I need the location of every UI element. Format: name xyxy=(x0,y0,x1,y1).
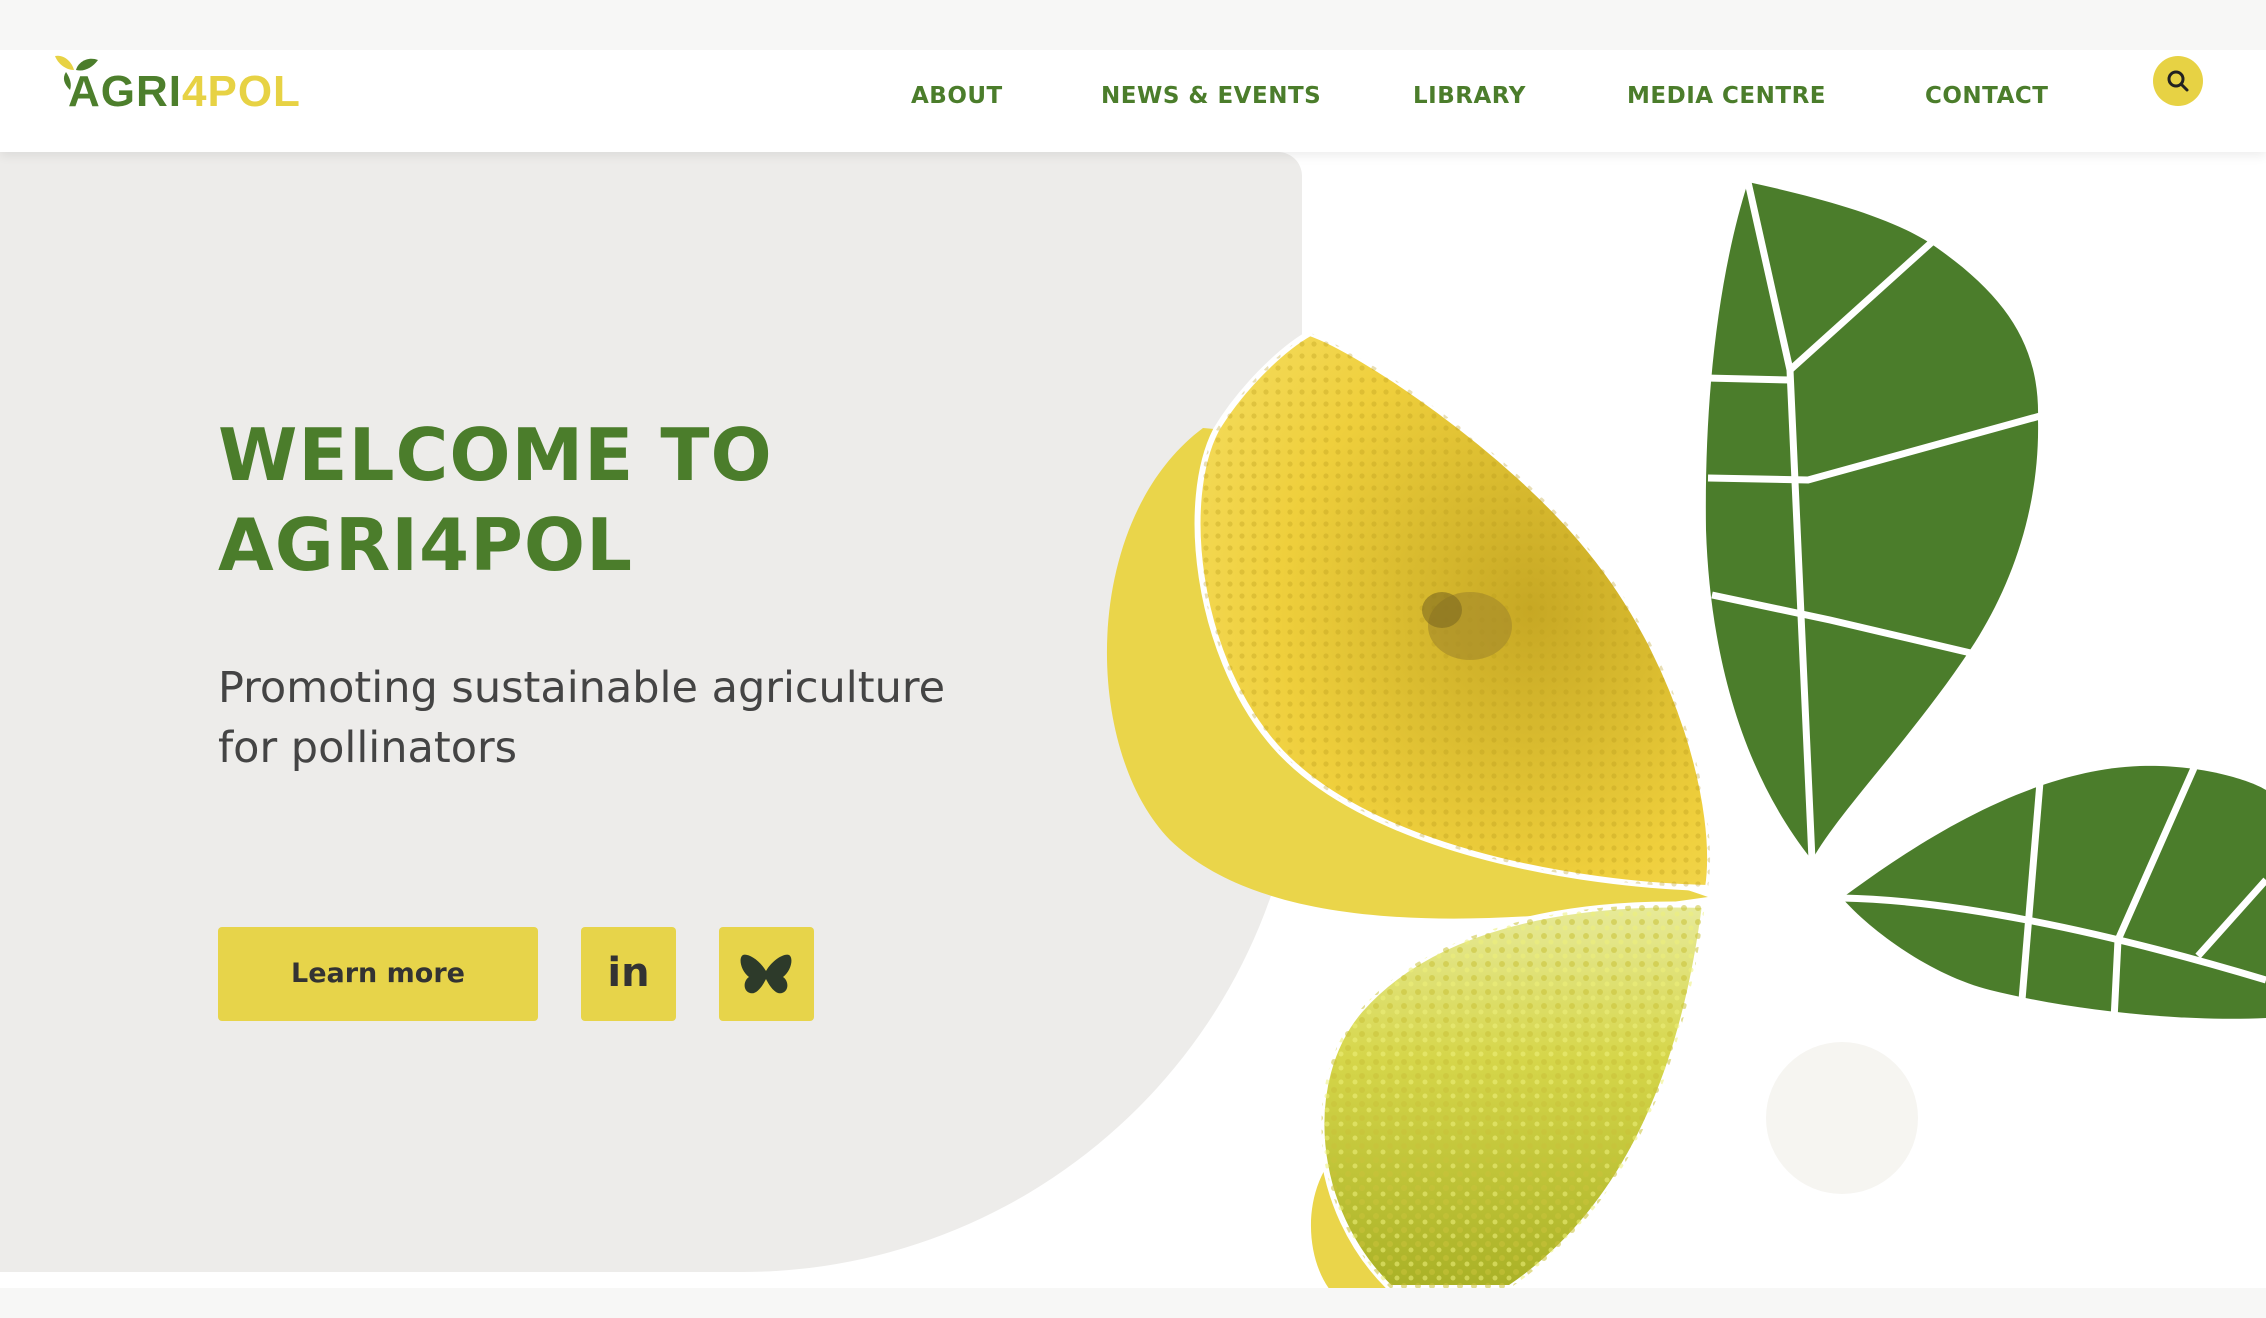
nav-contact[interactable]: CONTACT xyxy=(1925,74,2048,118)
linkedin-icon: in xyxy=(607,950,650,996)
search-button[interactable] xyxy=(2153,56,2203,106)
hero-subtitle: Promoting sustainable agriculture for po… xyxy=(218,658,1038,778)
butterfly-icon xyxy=(740,954,792,994)
hero-title-line2: AGRI4POL xyxy=(218,503,634,587)
nav-media-centre[interactable]: MEDIA CENTRE xyxy=(1627,74,1826,118)
nav-about[interactable]: ABOUT xyxy=(911,74,1003,118)
learn-more-button[interactable]: Learn more xyxy=(218,927,538,1021)
logo-text-agri: AGRI xyxy=(68,67,182,116)
hero-title: WELCOME TO AGRI4POL xyxy=(218,410,938,590)
logo-text-4pol: 4POL xyxy=(182,67,301,116)
hero-subtitle-line2: for pollinators xyxy=(218,723,518,773)
page: WELCOME TO AGRI4POL Promoting sustainabl… xyxy=(0,50,2266,1288)
green-leaf-lower xyxy=(1841,765,2266,1021)
hero-subtitle-line1: Promoting sustainable agriculture xyxy=(218,663,946,713)
linkedin-button[interactable]: in xyxy=(581,927,676,1021)
green-leaf-upper xyxy=(1705,181,2041,861)
search-icon xyxy=(2167,70,2189,92)
bluesky-button[interactable] xyxy=(719,927,814,1021)
hero-title-line1: WELCOME TO xyxy=(218,413,773,497)
nav-news-events[interactable]: NEWS & EVENTS xyxy=(1101,74,1321,118)
site-header: AGRI4POL ABOUT NEWS & EVENTS LIBRARY MED… xyxy=(0,50,2266,152)
nav-library[interactable]: LIBRARY xyxy=(1413,74,1526,118)
logo-text: AGRI4POL xyxy=(68,67,301,117)
decorative-circle xyxy=(1766,1042,1918,1194)
